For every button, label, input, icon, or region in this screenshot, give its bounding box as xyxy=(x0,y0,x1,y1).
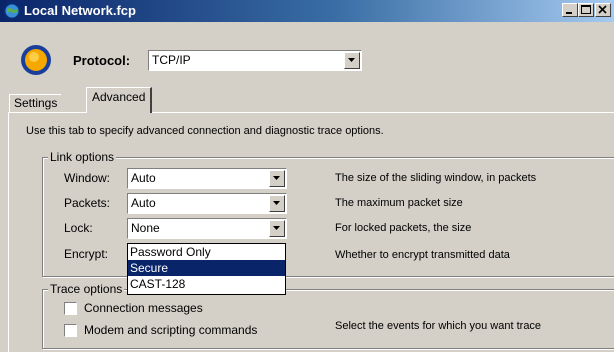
chevron-down-icon xyxy=(273,176,280,180)
packets-select[interactable]: Auto xyxy=(127,193,287,214)
packets-label: Packets: xyxy=(64,196,111,210)
minimize-icon xyxy=(566,12,572,14)
modem-scripting-checkbox[interactable] xyxy=(64,324,77,337)
encrypt-description: Whether to encrypt transmitted data xyxy=(335,249,510,261)
encrypt-option-cast-128[interactable]: CAST-128 xyxy=(128,276,285,292)
packets-dropdown-button[interactable] xyxy=(269,195,285,212)
tab-settings[interactable]: Settings xyxy=(9,94,62,112)
title-bar[interactable]: Local Network.fcp xyxy=(0,0,614,22)
packets-value: Auto xyxy=(131,196,156,210)
lock-select[interactable]: None xyxy=(127,218,287,239)
protocol-label: Protocol: xyxy=(73,53,131,68)
connection-messages-label: Connection messages xyxy=(84,301,203,315)
encrypt-options-list[interactable]: Password Only Secure CAST-128 xyxy=(127,243,286,295)
encrypt-option-password-only[interactable]: Password Only xyxy=(128,244,285,260)
window-description: The size of the sliding window, in packe… xyxy=(335,172,537,184)
trace-description: Select the events for which you want tra… xyxy=(335,320,542,332)
tab-advanced[interactable]: Advanced xyxy=(86,87,153,113)
intro-text: Use this tab to specify advanced connect… xyxy=(26,125,384,137)
lock-label: Lock: xyxy=(64,221,93,235)
encrypt-option-secure[interactable]: Secure xyxy=(128,260,285,276)
close-icon xyxy=(598,5,607,14)
chevron-down-icon xyxy=(273,226,280,230)
minimize-button[interactable] xyxy=(562,3,578,17)
protocol-dropdown-button[interactable] xyxy=(344,52,360,69)
lock-value: None xyxy=(131,221,160,235)
protocol-select[interactable]: TCP/IP xyxy=(148,50,362,71)
window-dropdown-button[interactable] xyxy=(269,170,285,187)
trace-options-title: Trace options xyxy=(48,282,125,296)
close-button[interactable] xyxy=(595,3,611,17)
chevron-down-icon xyxy=(273,201,280,205)
encrypt-label: Encrypt: xyxy=(64,247,109,261)
connection-messages-checkbox[interactable] xyxy=(64,302,77,315)
trace-options-group xyxy=(42,289,614,349)
modem-scripting-label: Modem and scripting commands xyxy=(84,323,258,337)
packets-description: The maximum packet size xyxy=(335,197,463,209)
protocol-value: TCP/IP xyxy=(152,53,191,67)
lock-description: For locked packets, the size xyxy=(335,222,472,234)
maximize-button[interactable] xyxy=(578,3,594,17)
connection-status-orb-icon xyxy=(20,44,52,76)
link-options-title: Link options xyxy=(48,150,117,164)
window-title: Local Network.fcp xyxy=(24,3,136,18)
chevron-down-icon xyxy=(348,58,355,62)
globe-icon[interactable] xyxy=(4,3,20,19)
window-value: Auto xyxy=(131,171,156,185)
window-select[interactable]: Auto xyxy=(127,168,287,189)
lock-dropdown-button[interactable] xyxy=(269,220,285,237)
window-label: Window: xyxy=(64,171,111,185)
